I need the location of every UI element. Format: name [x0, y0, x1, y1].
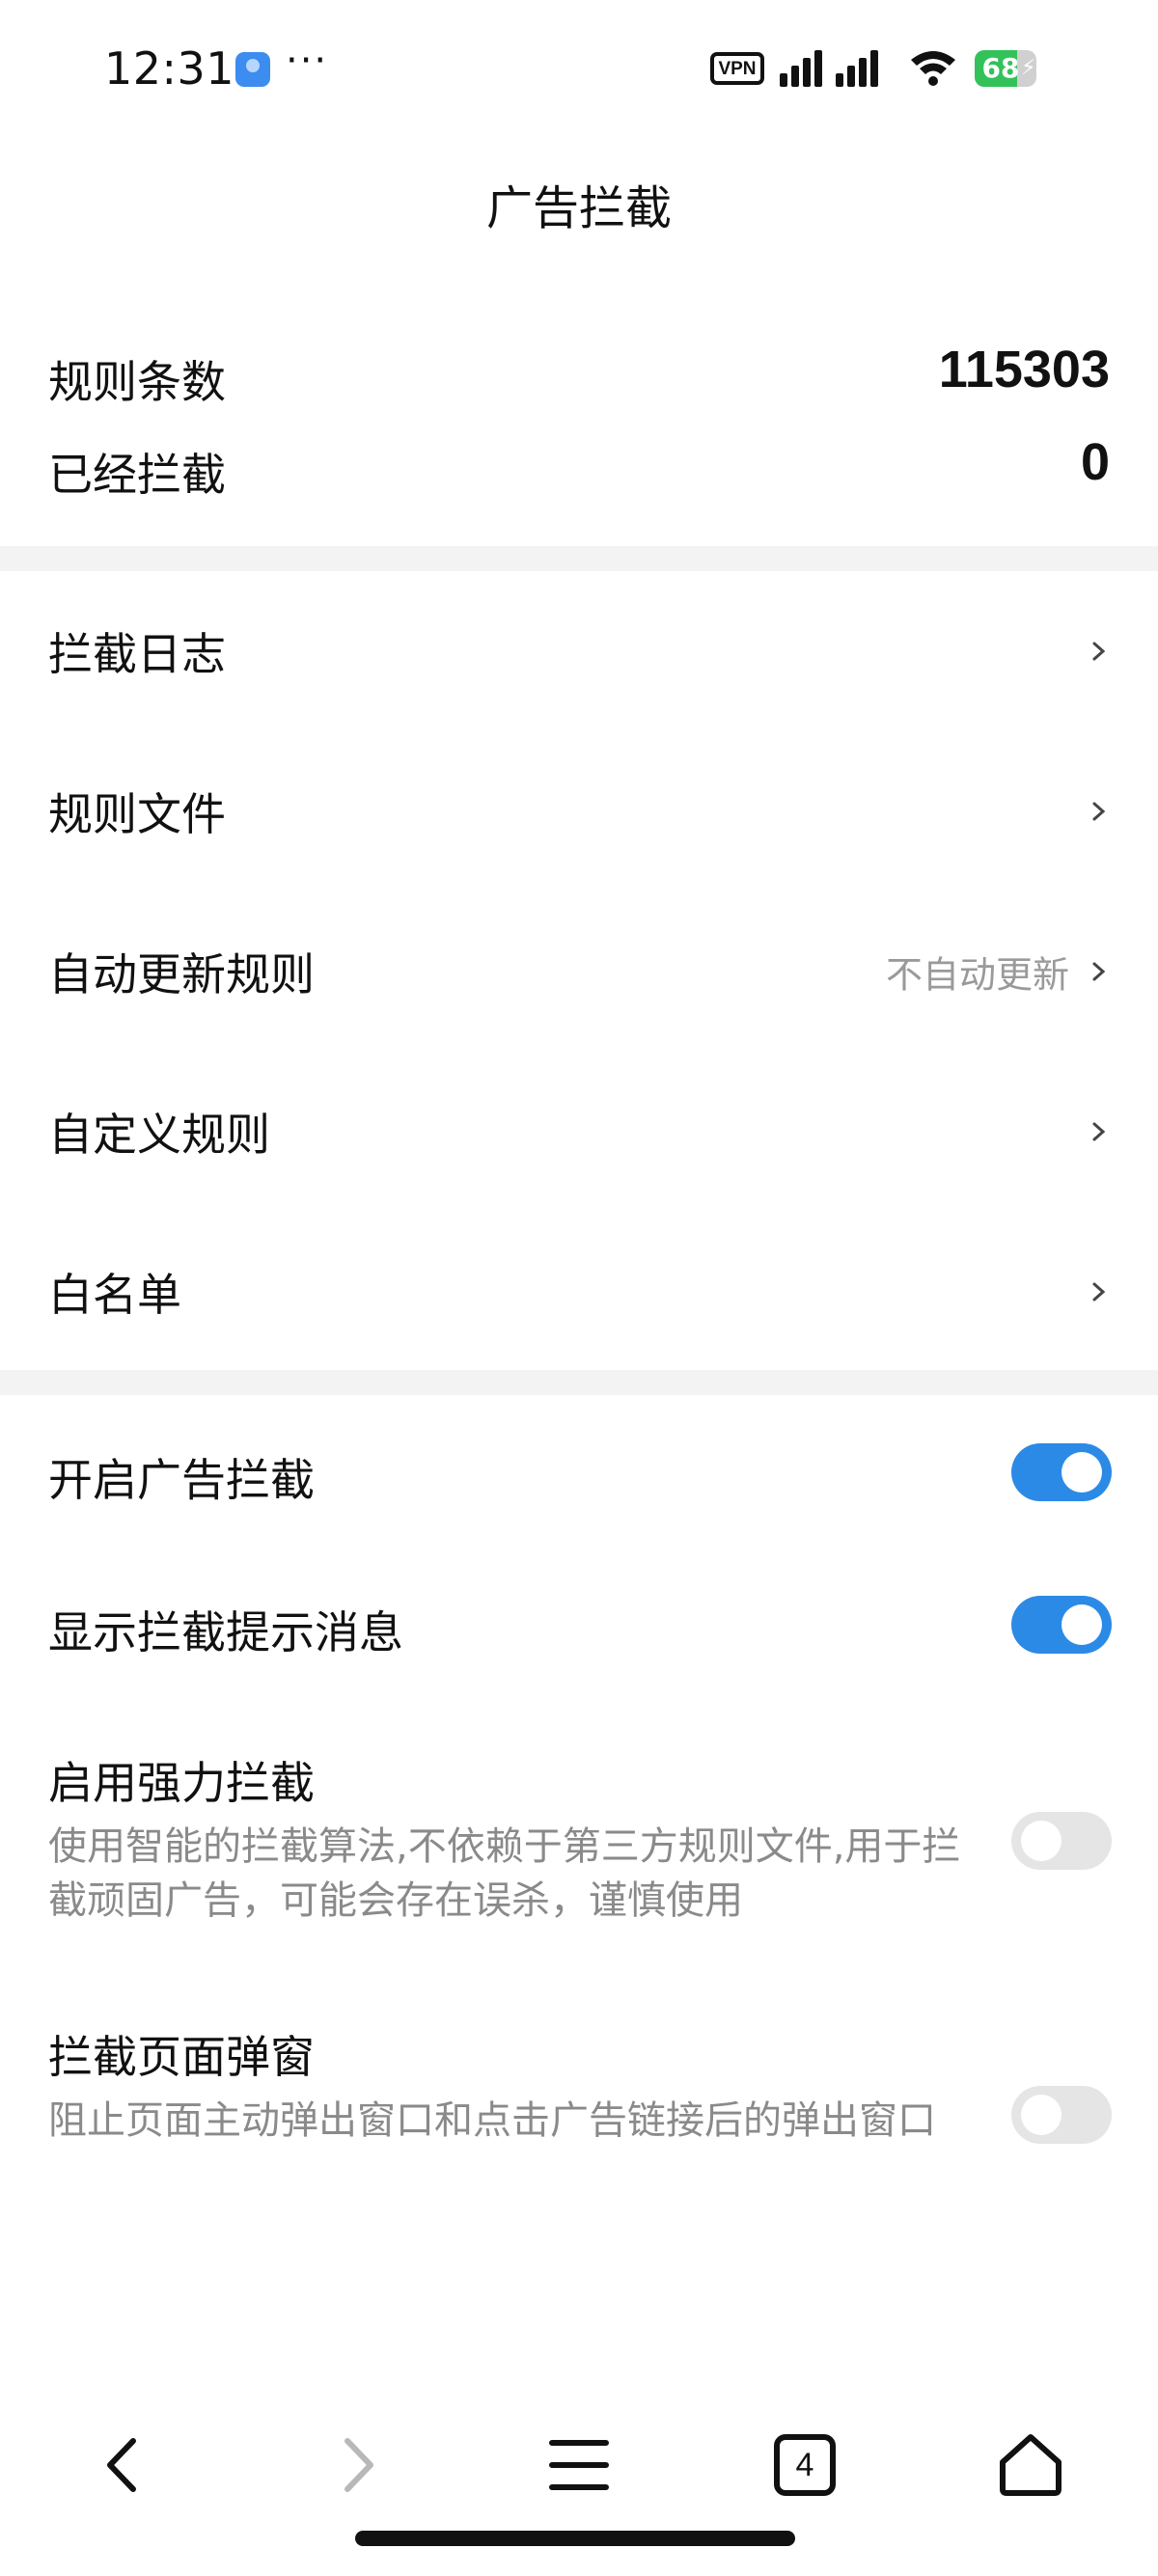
rule-count-row: 规则条数 115303: [48, 340, 1110, 408]
block-popups-switch[interactable]: [1011, 2086, 1112, 2144]
status-bar: 12:31 ··· VPN 68 ⚡: [0, 0, 1158, 139]
section-divider: [0, 546, 1158, 571]
app-notification-icon: [235, 52, 270, 87]
section-divider: [0, 1370, 1158, 1395]
enable-adblock-switch[interactable]: [1011, 1443, 1112, 1501]
chevron-right-icon: [1092, 642, 1106, 661]
toggle-row-enable-adblock: 开启广告拦截: [0, 1395, 1158, 1548]
chevron-right-icon: [1092, 1282, 1106, 1302]
home-indicator[interactable]: [355, 2531, 795, 2546]
menu-item-label: 规则文件: [48, 788, 226, 840]
menu-item-label: 自定义规则: [48, 1109, 270, 1161]
signal-icon: [780, 50, 878, 87]
rule-count-label: 规则条数: [48, 356, 226, 408]
strong-block-switch[interactable]: [1011, 1812, 1112, 1870]
menu-button[interactable]: [526, 2412, 632, 2518]
toggle-description: 使用智能的拦截算法,不依赖于第三方规则文件,用于拦截顽固广告，可能会存在误杀，谨…: [48, 1824, 961, 1923]
switch-knob: [1062, 1604, 1102, 1645]
wifi-icon: [911, 51, 955, 86]
toggle-title: 开启广告拦截: [48, 1454, 315, 1506]
switch-knob: [1021, 2095, 1062, 2135]
switch-knob: [1062, 1452, 1102, 1493]
tab-count: 4: [795, 2447, 814, 2483]
chevron-right-icon: [1092, 1122, 1106, 1141]
more-notifications-icon: ···: [286, 39, 329, 83]
rule-count-value: 115303: [938, 341, 1110, 398]
blocked-count-label: 已经拦截: [48, 449, 226, 501]
battery-level: 68: [981, 52, 1020, 84]
home-button[interactable]: [978, 2412, 1084, 2518]
forward-icon: [345, 2438, 373, 2492]
show-notice-switch[interactable]: [1011, 1596, 1112, 1654]
toggle-title: 拦截页面弹窗: [48, 2031, 315, 2083]
blocked-count-value: 0: [1080, 433, 1110, 491]
menu-item-label: 自动更新规则: [48, 948, 315, 1000]
vpn-icon: VPN: [710, 52, 764, 85]
back-button[interactable]: [73, 2412, 179, 2518]
menu-item-label: 拦截日志: [48, 628, 226, 680]
auto-update-value: 不自动更新: [885, 953, 1069, 997]
charging-icon: ⚡: [1021, 56, 1036, 80]
tabs-button[interactable]: 4: [752, 2412, 858, 2518]
toggle-row-strong-block: 启用强力拦截 使用智能的拦截算法,不依赖于第三方规则文件,用于拦截顽固广告，可能…: [0, 1706, 1158, 1980]
back-icon: [107, 2438, 136, 2492]
switch-knob: [1021, 1821, 1062, 1861]
forward-button[interactable]: [301, 2412, 407, 2518]
toggle-row-show-notice: 显示拦截提示消息: [0, 1548, 1158, 1706]
status-time: 12:31: [104, 42, 235, 95]
menu-item-whitelist[interactable]: 白名单: [0, 1212, 1158, 1372]
chevron-right-icon: [1092, 962, 1106, 981]
menu-item-auto-update[interactable]: 自动更新规则 不自动更新: [0, 891, 1158, 1052]
toggle-row-block-popups: 拦截页面弹窗 阻止页面主动弹出窗口和点击广告链接后的弹出窗口: [0, 1980, 1158, 2254]
toggle-title: 启用强力拦截: [48, 1757, 315, 1809]
toggle-description: 阻止页面主动弹出窗口和点击广告链接后的弹出窗口: [48, 2098, 936, 2143]
toggle-title: 显示拦截提示消息: [48, 1606, 403, 1658]
menu-icon: [549, 2440, 609, 2490]
menu-item-block-log[interactable]: 拦截日志: [0, 571, 1158, 731]
page-title: 广告拦截: [485, 181, 672, 235]
bottom-navigation: 4: [0, 2412, 1158, 2518]
menu-item-rule-files[interactable]: 规则文件: [0, 731, 1158, 891]
battery-icon: 68 ⚡: [975, 50, 1036, 87]
blocked-count-row: 已经拦截 0: [48, 432, 1110, 501]
chevron-right-icon: [1092, 802, 1106, 821]
home-icon: [1000, 2434, 1062, 2496]
menu-item-custom-rules[interactable]: 自定义规则: [0, 1052, 1158, 1212]
menu-item-label: 白名单: [48, 1269, 181, 1321]
